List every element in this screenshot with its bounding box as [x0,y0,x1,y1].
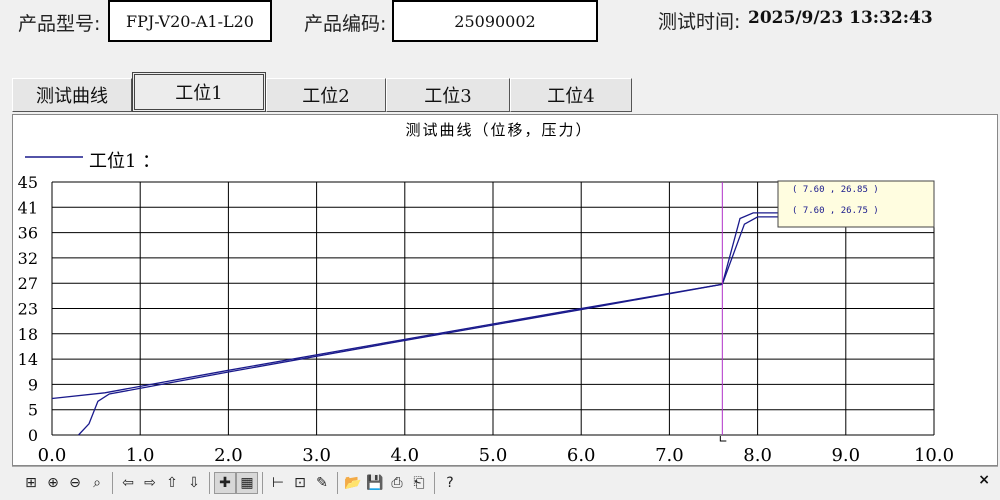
cursor-icon[interactable]: ✚ [214,472,236,494]
chart-series [51,182,846,442]
y-axis-ticks: 0 5 9 14 18 23 27 32 36 41 45 [18,173,38,445]
series-line-1 [51,212,846,400]
pan-right-icon[interactable]: ⇨ [139,472,161,494]
x-tick-label: 2.0 [214,445,243,466]
toolbar-separator [337,472,338,494]
y-tick-label: 32 [18,249,38,268]
tab-station-4[interactable]: 工位4 [510,78,632,112]
y-tick-label: 14 [18,350,38,369]
y-tick-label: 0 [28,426,38,445]
zoom-in-icon[interactable]: ⊕ [42,472,64,494]
x-tick-label: 1.0 [126,445,155,466]
help-icon[interactable]: ? [439,472,461,494]
open-icon[interactable]: 📂 [342,472,364,494]
y-tick-label: 9 [28,375,38,394]
x-tick-label: 5.0 [479,445,508,466]
time-value: 2025/9/23 13:32:43 [748,8,933,28]
time-label: 测试时间: [658,11,741,33]
cursor-marker [719,436,727,442]
y-tick-label: 27 [18,274,38,293]
print-preview-icon[interactable]: ⎗ [408,472,430,494]
save-icon[interactable]: 💾 [364,472,386,494]
y-tick-label: 41 [18,198,38,217]
zoom-box-icon[interactable]: ⊞ [20,472,42,494]
toolbar-separator [434,472,435,494]
legend-label: 工位1 ： [89,151,160,172]
x-tick-label: 10.0 [914,445,954,466]
close-icon[interactable]: × [978,472,990,488]
pan-left-icon[interactable]: ⇦ [117,472,139,494]
settings-icon[interactable]: ✎ [311,472,333,494]
chart-svg[interactable]: 测试曲线（位移，压力） 工位1 ： 0.0 1.0 2.0 3.0 4.0 5.0 6.0 7… [13,115,999,467]
toolbar-separator [112,472,113,494]
chart-toolbar: ⊞ ⊕ ⊖ ⌕ ⇦ ⇨ ⇧ ⇩ ✚ ▦ ⊢ ⊡ ✎ 📂 💾 ⎙ ⎗? × [12,466,998,499]
toolbar-separator [209,472,210,494]
code-field[interactable]: 25090002 [392,0,598,42]
tab-test-curve[interactable]: 测试曲线 [12,78,132,112]
pan-down-icon[interactable]: ⇩ [183,472,205,494]
grid-icon[interactable]: ▦ [236,472,258,494]
chart-panel: 测试曲线（位移，压力） 工位1 ： 0.0 1.0 2.0 3.0 4.0 5.0 6.0 7… [12,114,998,466]
x-tick-label: 8.0 [743,445,772,466]
zoom-out-icon[interactable]: ⊖ [64,472,86,494]
model-label: 产品型号: [18,13,101,35]
print-icon[interactable]: ⎙ [386,472,408,494]
y-tick-label: 36 [18,224,38,243]
x-tick-label: 4.0 [390,445,419,466]
y-tick-label: 45 [18,173,38,192]
tab-station-3[interactable]: 工位3 [386,78,510,112]
axis-icon[interactable]: ⊢ [267,472,289,494]
value-readout: ( 7.60 , 26.85 ) ( 7.60 , 26.75 ) [777,180,935,228]
x-tick-label: 6.0 [567,445,596,466]
series-line-2 [78,216,846,436]
x-tick-label: 0.0 [38,445,67,466]
pan-up-icon[interactable]: ⇧ [161,472,183,494]
x-axis-ticks: 0.0 1.0 2.0 3.0 4.0 5.0 6.0 7.0 8.0 9.0 10.0 [38,445,954,466]
x-tick-label: 3.0 [302,445,331,466]
data-tip-icon[interactable]: ⊡ [289,472,311,494]
readout-value: ( 7.60 , 26.85 ) [792,185,879,195]
chart-title: 测试曲线（位移，压力） [405,121,592,139]
x-tick-label: 9.0 [831,445,860,466]
readout-value: ( 7.60 , 26.75 ) [792,206,879,216]
code-label: 产品编码: [304,13,387,35]
x-tick-label: 7.0 [655,445,684,466]
y-tick-label: 18 [18,325,38,344]
toolbar-separator [262,472,263,494]
tab-station-2[interactable]: 工位2 [266,78,386,112]
tab-station-1[interactable]: 工位1 [132,72,266,112]
y-tick-label: 5 [28,401,38,420]
model-field[interactable]: FPJ-V20-A1-L20 [108,0,272,42]
zoom-reset-icon[interactable]: ⌕ [86,472,108,494]
y-tick-label: 23 [18,300,38,319]
